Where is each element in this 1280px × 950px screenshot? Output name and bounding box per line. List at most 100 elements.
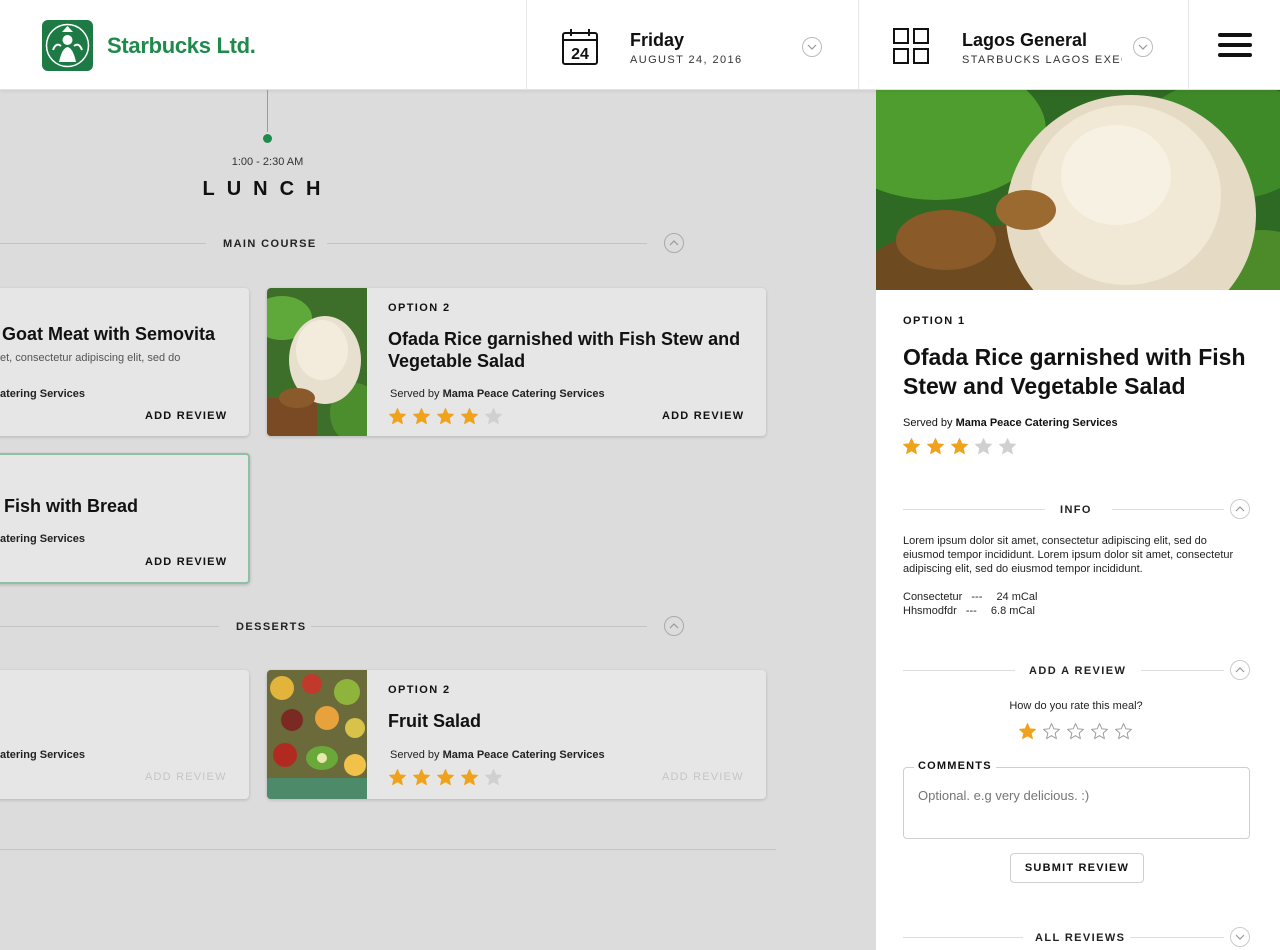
chevron-down-icon[interactable]	[1133, 37, 1153, 57]
star-icon	[902, 437, 921, 461]
meal-title: Fruit Salad	[388, 711, 482, 731]
served-by: Served by Mama Peace Catering Services	[390, 388, 605, 400]
star-icon	[388, 768, 407, 792]
section-divider	[327, 243, 647, 244]
nutrition-row: Hhsmodfdr --- 6.8 mCal	[903, 605, 1035, 617]
calendar-icon: 24	[561, 28, 599, 66]
section-divider	[0, 849, 776, 850]
rate-question: How do you rate this meal?	[1009, 700, 1143, 712]
meal-detail-panel: OPTION 1 Ofada Rice garnished with Fish …	[875, 90, 1280, 950]
meal-time: 1:00 - 2:30 AM	[231, 156, 304, 168]
nutrition-name: Hhsmodfdr	[903, 605, 957, 617]
nutrition-name: Consectetur	[903, 591, 963, 603]
starbucks-logo-icon	[42, 20, 93, 71]
section-divider	[903, 937, 1023, 938]
option-label: OPTION 2	[388, 684, 451, 696]
star-icon[interactable]	[1114, 722, 1133, 746]
star-icon	[460, 768, 479, 792]
add-review-button[interactable]: ADD REVIEW	[662, 771, 744, 783]
meal-card[interactable]: OPTION 2 Fruit Salad Served by Mama Peac…	[267, 670, 766, 799]
section-divider	[1141, 670, 1224, 671]
nutrition-value: 6.8 mCal	[990, 605, 1035, 617]
submit-review-button[interactable]: SUBMIT REVIEW	[1010, 853, 1144, 883]
nutrition-value: 24 mCal	[996, 591, 1038, 603]
section-add-review: ADD A REVIEW	[1029, 665, 1127, 677]
star-icon	[484, 407, 503, 431]
chevron-down-icon[interactable]	[1230, 927, 1250, 947]
meal-title: Fish with Bread	[4, 496, 139, 516]
date-day: Friday	[630, 30, 685, 50]
meal-title: Ofada Rice garnished with Fish Stew and …	[388, 329, 741, 371]
location-selector[interactable]: Lagos General STARBUCKS LAGOS EXECU	[858, 0, 1189, 90]
star-icon	[950, 437, 969, 461]
meal-title: Ofada Rice garnished with Fish Stew and …	[903, 344, 1246, 399]
served-by-label: Served by	[390, 388, 440, 400]
option-label: OPTION 2	[388, 302, 451, 314]
comments-label: COMMENTS	[914, 760, 996, 772]
served-by-label: Served by	[390, 749, 440, 761]
section-divider	[1130, 937, 1224, 938]
star-rating	[388, 407, 503, 431]
meal-image	[267, 670, 367, 799]
add-review-button[interactable]: ADD REVIEW	[145, 410, 227, 422]
meal-card[interactable]: OPTION 2 Ofada Rice garnished with Fish …	[267, 288, 766, 436]
location-name: Lagos General	[962, 30, 1088, 50]
star-icon[interactable]	[1042, 722, 1061, 746]
nutrition-sep: ---	[971, 591, 983, 603]
star-rating	[388, 768, 503, 792]
star-icon[interactable]	[1066, 722, 1085, 746]
add-review-button[interactable]: ADD REVIEW	[145, 556, 227, 568]
brand[interactable]: Starbucks Ltd.	[42, 20, 256, 71]
star-icon	[436, 768, 455, 792]
served-by-label: Served by	[903, 417, 953, 429]
add-review-button[interactable]: ADD REVIEW	[145, 771, 227, 783]
star-icon	[388, 407, 407, 431]
chevron-down-icon[interactable]	[802, 37, 822, 57]
star-icon	[412, 768, 431, 792]
meal-info-text: Lorem ipsum dolor sit amet, consectetur …	[903, 535, 1234, 575]
nutrition-sep: ---	[965, 605, 977, 617]
caterer-name: Mama Peace Catering Services	[955, 417, 1118, 429]
section-divider	[1112, 509, 1224, 510]
caterer-name: atering Services	[0, 749, 85, 761]
app-header: Starbucks Ltd. 24 Friday AUGUST 24, 2016	[0, 0, 1280, 90]
section-divider	[0, 243, 206, 244]
section-main-course: MAIN COURSE	[223, 238, 317, 250]
caterer-name: atering Services	[0, 388, 85, 400]
rating-input[interactable]	[1018, 722, 1133, 746]
chevron-up-icon[interactable]	[1230, 499, 1250, 519]
add-review-button[interactable]: ADD REVIEW	[662, 410, 744, 422]
caterer-name: atering Services	[0, 533, 85, 545]
caterer-name: Mama Peace Catering Services	[442, 388, 605, 400]
comments-field[interactable]: COMMENTS	[903, 760, 1250, 839]
star-icon[interactable]	[1018, 722, 1037, 746]
section-all-reviews: ALL REVIEWS	[1035, 932, 1126, 944]
meal-card-selected[interactable]: Fish with Bread atering Services ADD REV…	[0, 453, 250, 584]
hamburger-icon	[1218, 33, 1252, 57]
timeline-line	[267, 90, 268, 132]
comments-input[interactable]	[918, 788, 1238, 803]
nutrition-row: Consectetur --- 24 mCal	[903, 591, 1037, 603]
caterer-name: Mama Peace Catering Services	[442, 749, 605, 761]
meal-title: LUNCH	[202, 178, 333, 200]
date-full: AUGUST 24, 2016	[630, 54, 743, 66]
menu-button[interactable]	[1188, 0, 1280, 90]
star-rating	[902, 437, 1017, 461]
meal-card[interactable]: Goat Meat with Semovita et, consectetur …	[0, 288, 249, 436]
star-icon	[484, 768, 503, 792]
option-label: OPTION 1	[903, 315, 966, 327]
star-icon	[974, 437, 993, 461]
meal-hero-image	[876, 90, 1280, 290]
star-icon[interactable]	[1090, 722, 1109, 746]
chevron-up-icon[interactable]	[664, 616, 684, 636]
brand-name: Starbucks Ltd.	[107, 32, 256, 58]
date-selector[interactable]: 24 Friday AUGUST 24, 2016	[526, 0, 859, 90]
star-icon	[998, 437, 1017, 461]
meal-card[interactable]: atering Services ADD REVIEW	[0, 670, 249, 799]
grid-icon	[893, 28, 929, 64]
timeline-dot	[263, 134, 272, 143]
section-desserts: DESSERTS	[236, 621, 307, 633]
chevron-up-icon[interactable]	[1230, 660, 1250, 680]
chevron-up-icon[interactable]	[664, 233, 684, 253]
meal-desc: et, consectetur adipiscing elit, sed do	[0, 352, 181, 364]
